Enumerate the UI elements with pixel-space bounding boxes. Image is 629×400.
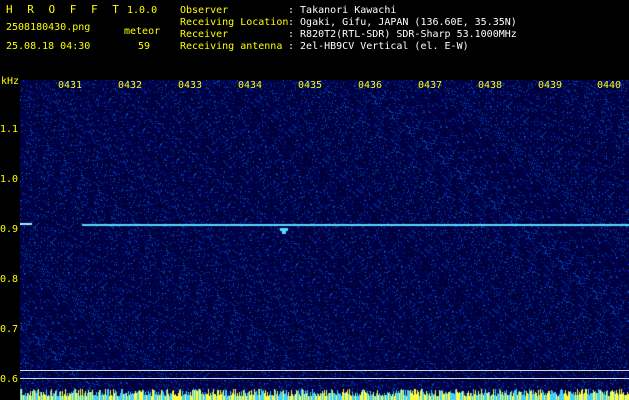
x-tick-label: 0431 <box>58 80 83 91</box>
y-tick-label: 0.7 <box>0 324 19 335</box>
spectrogram <box>20 80 629 400</box>
y-tick-label: 0.9 <box>0 224 19 235</box>
x-tick-label: 0440 <box>597 80 622 91</box>
meteor-label: meteor <box>124 26 161 37</box>
app-title: H R O F F T <box>6 3 123 16</box>
x-tick-label: 0432 <box>118 80 143 91</box>
info-label-observer: Observer <box>180 5 229 16</box>
app-version: 1.0.0 <box>127 5 158 16</box>
info-value-antenna: : 2el-HB9CV Vertical (el. E-W) <box>288 41 469 52</box>
x-tick-label: 0434 <box>238 80 263 91</box>
info-value-observer: : Takanori Kawachi <box>288 5 397 16</box>
info-label-antenna: Receiving antenna <box>180 41 283 52</box>
y-tick-label: 0.6 <box>0 374 19 385</box>
reference-line <box>20 378 629 379</box>
x-tick-label: 0438 <box>478 80 503 91</box>
x-tick-label: 0437 <box>418 80 443 91</box>
x-tick-label: 0439 <box>538 80 563 91</box>
x-tick-label: 0436 <box>358 80 383 91</box>
y-axis-unit: kHz <box>1 76 20 87</box>
reference-line <box>20 370 629 371</box>
y-tick-label: 0.8 <box>0 274 19 285</box>
info-label-location: Receiving Location <box>180 17 289 28</box>
y-tick-label: 1.0 <box>0 174 19 185</box>
x-tick-label: 0433 <box>178 80 203 91</box>
info-value-location: : Ogaki, Gifu, JAPAN (136.60E, 35.35N) <box>288 17 517 28</box>
file-name: 2508180430.png <box>6 22 91 33</box>
info-label-receiver: Receiver <box>180 29 229 40</box>
info-value-receiver: : R820T2(RTL-SDR) SDR-Sharp 53.1000MHz <box>288 29 517 40</box>
y-tick-label: 1.1 <box>0 124 19 135</box>
meteor-count: 59 <box>138 41 151 52</box>
file-datetime: 25.08.18 04:30 <box>6 41 91 52</box>
x-tick-label: 0435 <box>298 80 323 91</box>
